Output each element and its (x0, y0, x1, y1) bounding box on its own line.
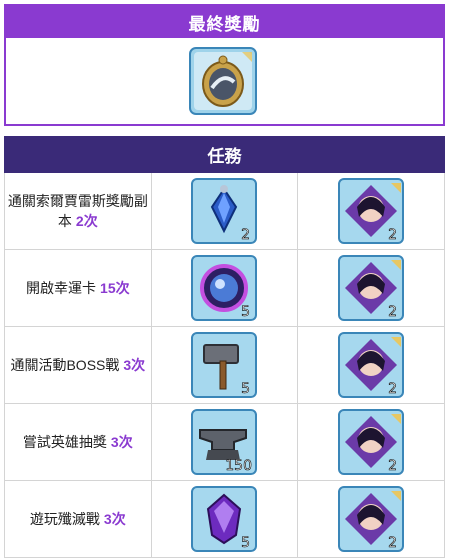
final-reward-panel: 最終獎勵 (4, 4, 445, 126)
hero-portrait-icon[interactable]: 2 (337, 177, 405, 245)
reward-quantity: 2 (388, 458, 397, 474)
golden-mirror-icon[interactable] (188, 46, 258, 116)
reward-cell: 2 (297, 249, 445, 327)
task-count: 15次 (100, 280, 130, 296)
table-row: 開啟幸運卡 15次 5 2 (4, 249, 445, 327)
reward-quantity: 2 (388, 381, 397, 397)
hero-portrait-icon[interactable]: 2 (337, 331, 405, 399)
reward-cell: 2 (297, 403, 445, 481)
reward-cell: 5 (150, 326, 299, 404)
reward-quantity: 2 (242, 227, 251, 243)
reward-quantity: 2 (388, 227, 397, 243)
reward-cell: 2 (297, 480, 445, 558)
task-count: 3次 (103, 511, 126, 527)
reward-quantity: 2 (388, 304, 397, 320)
purple-gem-icon[interactable]: 5 (190, 485, 258, 553)
final-reward-title: 最終獎勵 (6, 6, 443, 38)
reward-quantity: 5 (242, 535, 251, 551)
reward-cell: 5 (150, 480, 299, 558)
reward-cell: 2 (297, 172, 445, 250)
task-description: 嘗試英雄抽獎 3次 (4, 403, 152, 481)
hero-portrait-icon[interactable]: 2 (337, 485, 405, 553)
reward-cell: 2 (150, 172, 299, 250)
task-description: 開啟幸運卡 15次 (4, 249, 152, 327)
reward-cell: 150 (150, 403, 299, 481)
magic-orb-icon[interactable]: 5 (190, 254, 258, 322)
anvil-icon[interactable]: 150 (190, 408, 258, 476)
hero-portrait-icon[interactable]: 2 (337, 254, 405, 322)
reward-quantity: 5 (242, 304, 251, 320)
table-row: 通關活動BOSS戰 3次 5 2 (4, 326, 445, 404)
hero-portrait-icon[interactable]: 2 (337, 408, 405, 476)
task-text: 通關活動BOSS戰 (10, 357, 120, 373)
task-text: 開啟幸運卡 (26, 280, 97, 296)
task-count: 2次 (75, 213, 98, 229)
task-description: 遊玩殲滅戰 3次 (4, 480, 152, 558)
task-count: 3次 (123, 357, 146, 373)
table-row: 嘗試英雄抽獎 3次 150 2 (4, 403, 445, 481)
reward-cell: 2 (297, 326, 445, 404)
reward-cell: 5 (150, 249, 299, 327)
task-description: 通關索爾賈雷斯獎勵副本 2次 (4, 172, 152, 250)
table-row: 遊玩殲滅戰 3次 5 2 (4, 480, 445, 558)
reward-quantity: 2 (388, 535, 397, 551)
reward-quantity: 150 (226, 458, 253, 474)
task-count: 3次 (110, 434, 133, 450)
blue-amulet-icon[interactable]: 2 (190, 177, 258, 245)
task-table-header: 任務 (4, 136, 445, 173)
reward-quantity: 5 (242, 381, 251, 397)
task-table: 任務 通關索爾賈雷斯獎勵副本 2次 2 2 開啟幸運卡 15次 5 2 通關活動… (4, 136, 445, 558)
table-row: 通關索爾賈雷斯獎勵副本 2次 2 2 (4, 172, 445, 250)
task-description: 通關活動BOSS戰 3次 (4, 326, 152, 404)
hammer-icon[interactable]: 5 (190, 331, 258, 399)
task-text: 遊玩殲滅戰 (29, 511, 100, 527)
task-text: 嘗試英雄抽獎 (22, 434, 107, 450)
